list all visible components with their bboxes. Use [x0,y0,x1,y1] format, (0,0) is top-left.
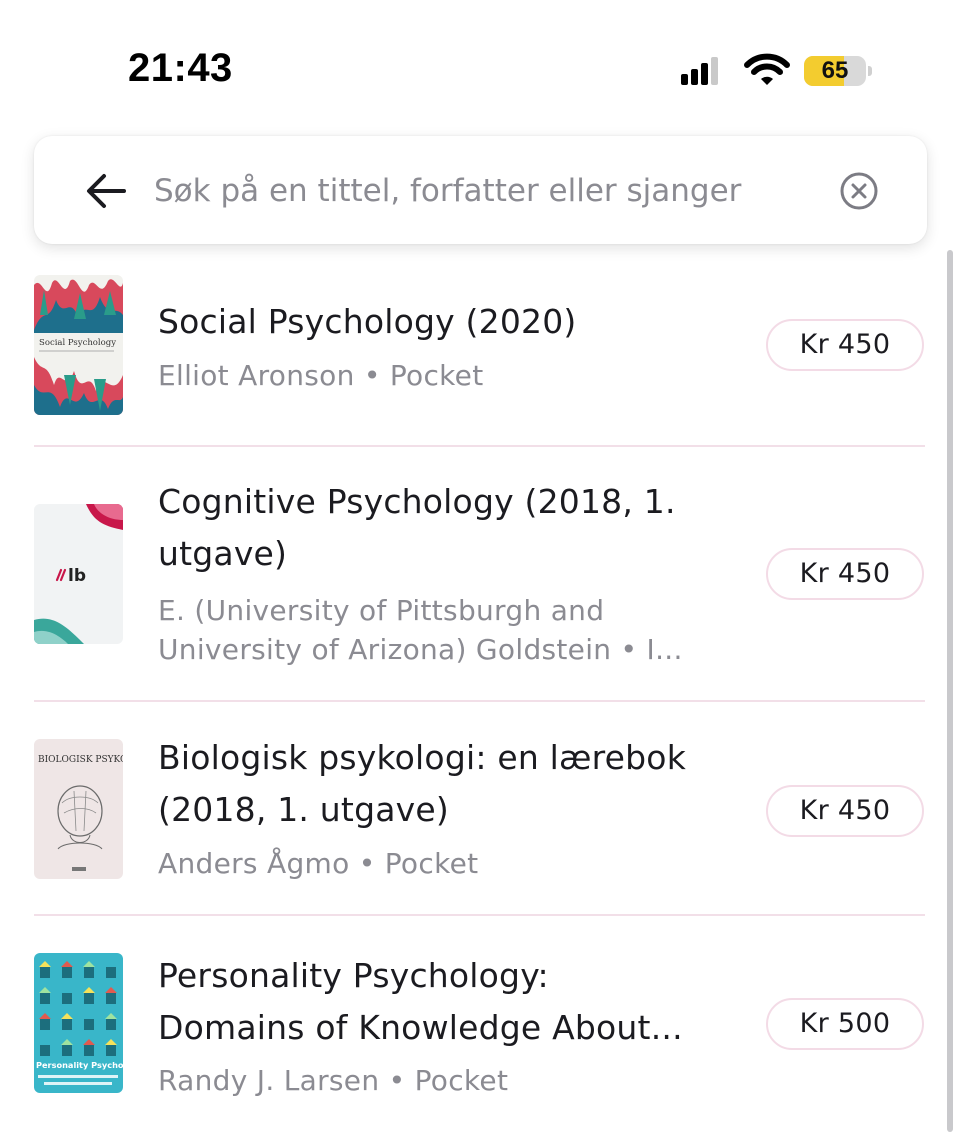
battery-level: 65 [821,57,849,84]
book-title: Social Psychology (2020) [158,302,577,341]
book-meta: Elliot Aronson • Pocket [158,359,484,392]
scrollbar[interactable] [947,250,953,1132]
price-badge[interactable]: Kr 500 [766,998,924,1050]
book-cover: Personality Psychology [34,953,123,1093]
book-cover: BIOLOGISK PSYKOLOGI [34,739,123,879]
status-time: 21:43 [128,46,233,90]
price-badge[interactable]: Kr 450 [766,785,924,837]
cover-title-text: Social Psychology [39,338,116,348]
wifi-icon [744,53,790,85]
cover-logo-text: lb [68,566,86,586]
book-title: Biologisk psykologi: en lærebok [158,738,687,777]
price-badge[interactable]: Kr 450 [766,319,924,371]
cover-title-text: Personality Psychology [36,1060,123,1070]
cover-title-text: BIOLOGISK PSYKOLOGI [38,755,123,765]
search-input[interactable] [154,163,814,219]
price-badge[interactable]: Kr 450 [766,548,924,600]
status-bar: 21:43 65 [0,0,960,130]
results-list: Social Psychology Social Psychology (202… [0,250,960,1132]
result-item[interactable]: lb Cognitive Psychology (2018, 1. utgave… [34,447,925,702]
book-meta: University of Arizona) Goldstein • I... [158,633,683,666]
book-cover: Social Psychology [34,275,123,415]
book-title: utgave) [158,534,288,573]
battery-icon: 65 [804,56,872,86]
book-meta: E. (University of Pittsburgh and [158,594,605,627]
book-meta: Randy J. Larsen • Pocket [158,1064,509,1097]
book-title: (2018, 1. utgave) [158,790,449,829]
clear-circle-icon[interactable] [839,171,879,211]
book-meta: Anders Ågmo • Pocket [158,847,479,880]
arrow-left-icon[interactable] [84,169,128,213]
search-bar [34,136,927,244]
result-item[interactable]: BIOLOGISK PSYKOLOGI Biologisk psykologi:… [34,702,925,916]
book-title: Domains of Knowledge About... [158,1008,683,1047]
cellular-signal-icon [681,55,721,85]
book-title: Cognitive Psychology (2018, 1. [158,482,676,521]
result-item[interactable]: Personality Psychology Personality Psych… [34,916,925,1132]
book-title: Personality Psychology: [158,956,549,995]
book-cover: lb [34,504,123,644]
result-item[interactable]: Social Psychology Social Psychology (202… [34,250,925,447]
